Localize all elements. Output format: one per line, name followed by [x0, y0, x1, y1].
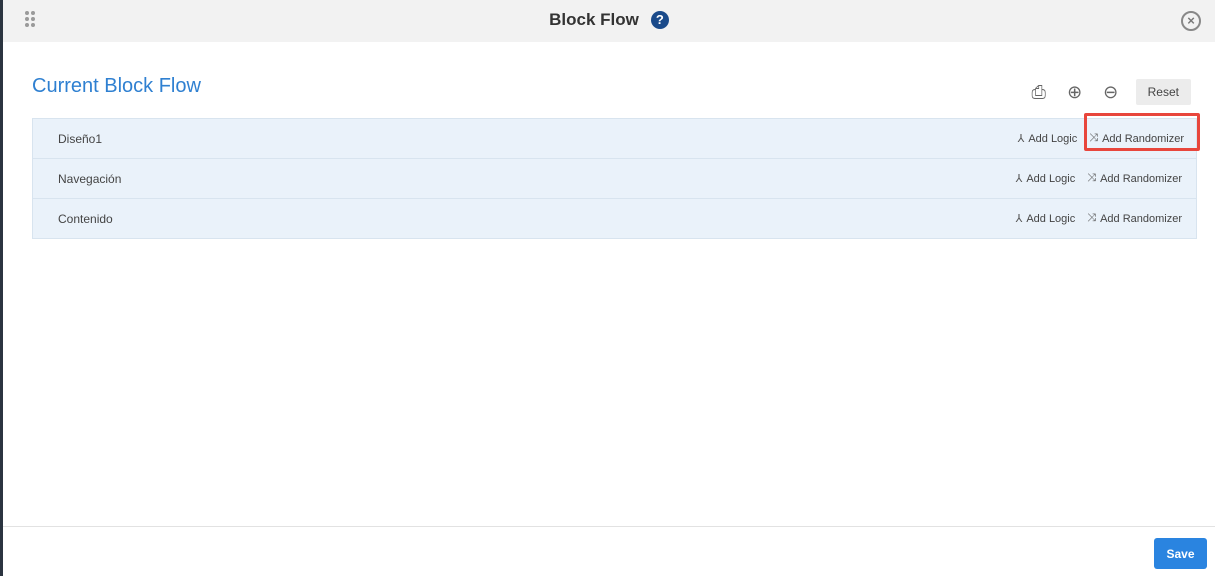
- block-name: Diseño1: [58, 131, 103, 146]
- randomizer-icon: ⤨: [1087, 172, 1097, 184]
- block-name: Contenido: [58, 211, 113, 226]
- block-row: Navegación ⅄ Add Logic ⤨ Add Randomizer: [32, 159, 1197, 199]
- block-row: Contenido ⅄ Add Logic ⤨ Add Randomizer: [32, 199, 1197, 239]
- close-icon[interactable]: ×: [1181, 11, 1201, 31]
- flow-toolbar: ⎙ ⊕ ⊖ Reset: [1028, 79, 1191, 105]
- add-randomizer-button[interactable]: ⤨ Add Randomizer: [1087, 172, 1182, 185]
- zoom-out-icon[interactable]: ⊖: [1100, 81, 1122, 103]
- save-button[interactable]: Save: [1154, 538, 1207, 569]
- page-heading: Current Block Flow: [32, 75, 201, 97]
- logic-icon: ⅄: [1015, 213, 1023, 225]
- window-edge: [0, 0, 3, 576]
- add-logic-button[interactable]: ⅄ Add Logic: [1015, 172, 1076, 186]
- add-randomizer-label: Add Randomizer: [1100, 172, 1182, 185]
- add-randomizer-label: Add Randomizer: [1102, 132, 1184, 145]
- logic-icon: ⅄: [1015, 173, 1023, 185]
- dialog-title: Block Flow?: [3, 10, 1215, 30]
- footer-divider: [3, 526, 1215, 527]
- block-name: Navegación: [58, 171, 122, 186]
- add-logic-label: Add Logic: [1028, 132, 1078, 145]
- dialog-header: Block Flow? ×: [3, 0, 1215, 42]
- randomizer-icon: ⤨: [1087, 212, 1097, 224]
- zoom-in-icon[interactable]: ⊕: [1064, 81, 1086, 103]
- add-randomizer-button[interactable]: ⤨ Add Randomizer: [1089, 132, 1184, 145]
- logic-icon: ⅄: [1017, 133, 1025, 145]
- dialog-title-text: Block Flow: [549, 10, 639, 29]
- add-randomizer-label: Add Randomizer: [1100, 212, 1182, 225]
- add-randomizer-button[interactable]: ⤨ Add Randomizer: [1087, 212, 1182, 225]
- block-row: Diseño1 ⅄ Add Logic ⤨ Add Randomizer: [32, 113, 1200, 159]
- randomizer-icon: ⤨: [1089, 132, 1099, 144]
- block-list: Diseño1 ⅄ Add Logic ⤨ Add Randomizer Naveg…: [32, 113, 1200, 239]
- pdf-export-icon[interactable]: ⎙: [1028, 81, 1050, 103]
- help-icon[interactable]: ?: [650, 11, 669, 29]
- add-logic-label: Add Logic: [1026, 172, 1076, 185]
- add-logic-button[interactable]: ⅄ Add Logic: [1015, 212, 1076, 226]
- reset-button[interactable]: Reset: [1135, 79, 1191, 105]
- add-logic-label: Add Logic: [1026, 212, 1076, 225]
- add-logic-button[interactable]: ⅄ Add Logic: [1017, 132, 1078, 146]
